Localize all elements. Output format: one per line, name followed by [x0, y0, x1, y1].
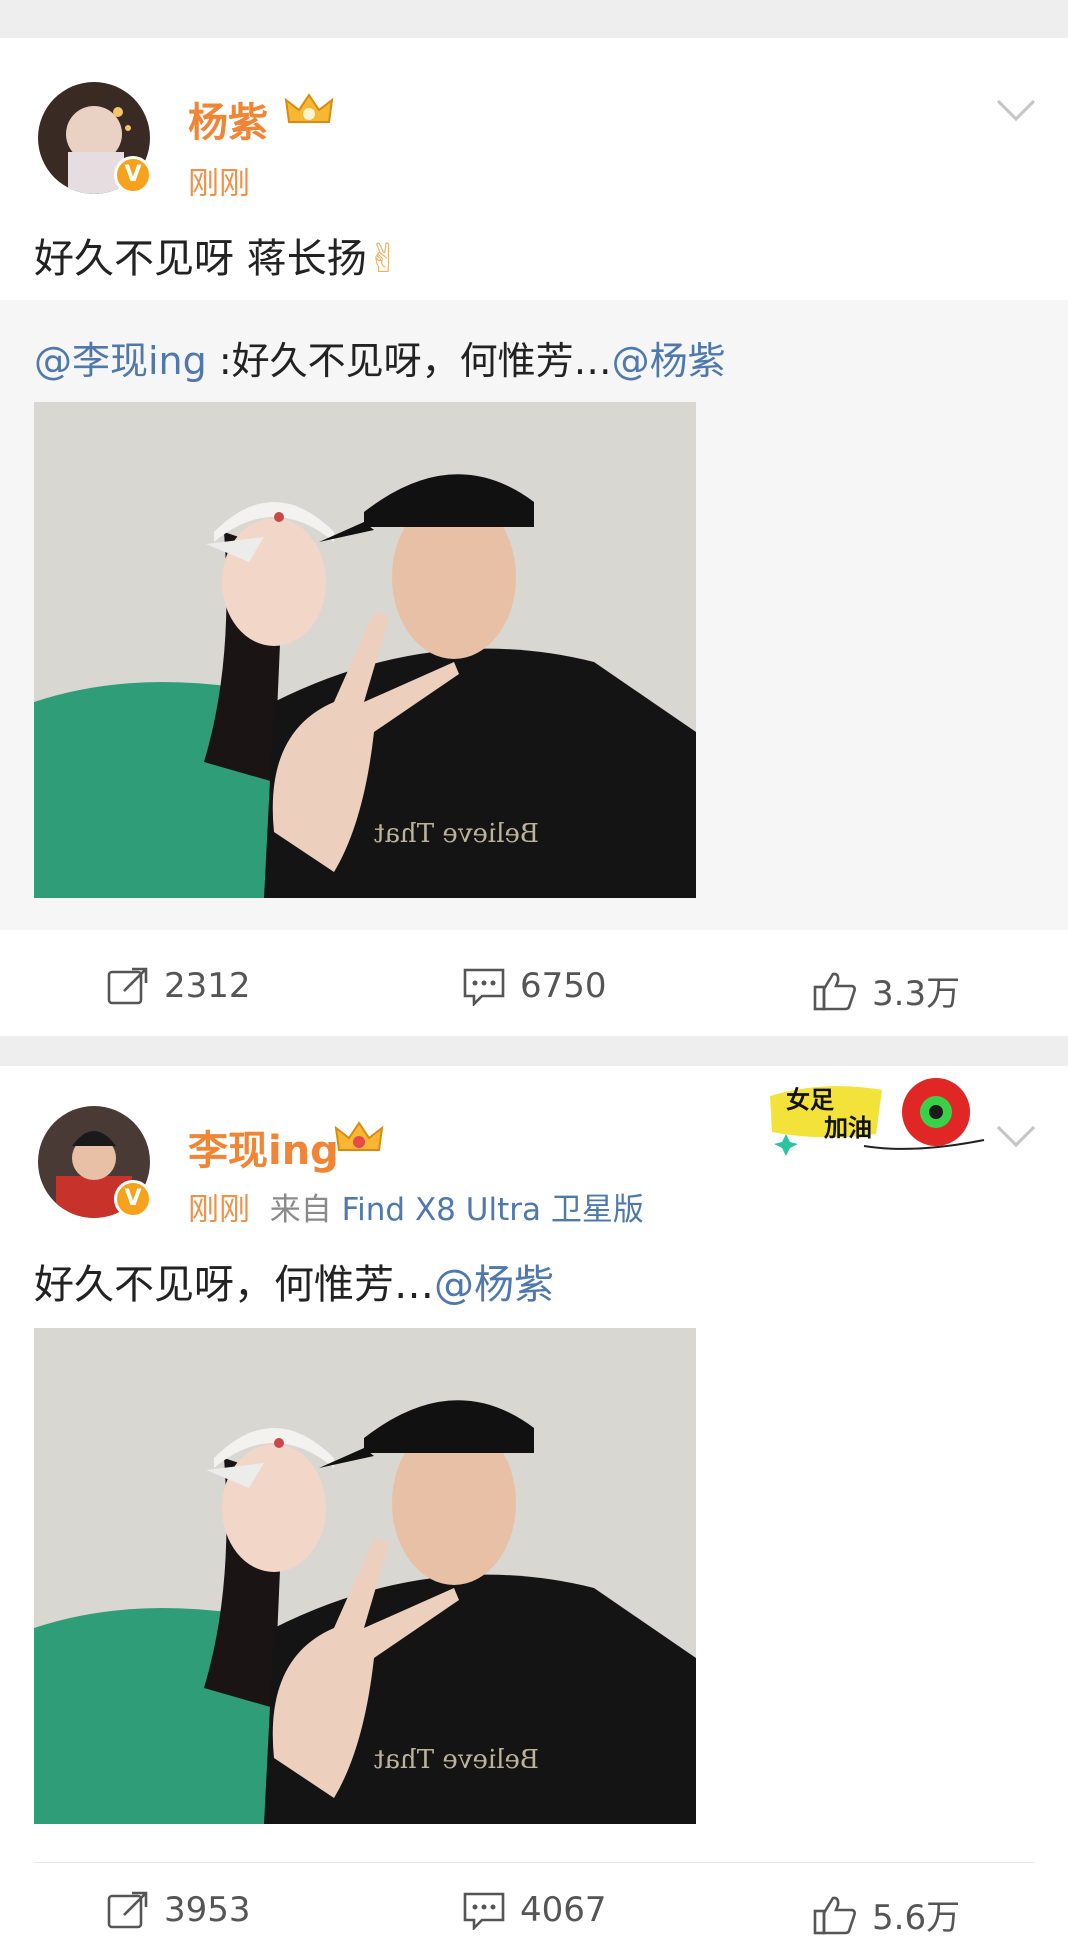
mention-link[interactable]: @杨紫 — [612, 339, 726, 383]
quote-body: 好久不见呀，何惟芳… — [231, 339, 612, 383]
source-device[interactable]: Find X8 Ultra 卫星版 — [342, 1192, 644, 1228]
mention-link[interactable]: @杨紫 — [434, 1262, 554, 1308]
comment-button[interactable]: 4067 — [462, 1890, 607, 1930]
post-separator — [0, 1036, 1068, 1066]
repost-count: 2312 — [164, 966, 251, 1006]
post-text: 好久不见呀 蒋长扬✌ — [34, 226, 400, 284]
victory-hand-icon: ✌ — [366, 236, 401, 282]
quote-author-link[interactable]: @李现ing — [34, 339, 207, 383]
comment-count: 4067 — [520, 1890, 607, 1930]
sticker-text: 女足 加油 — [786, 1086, 872, 1142]
post-photo[interactable]: Believe That — [34, 402, 696, 898]
like-button[interactable]: 5.6万 — [812, 1890, 960, 1939]
comment-icon — [463, 968, 505, 1006]
post-time: 刚刚 — [188, 1192, 250, 1228]
crown-icon — [334, 1121, 384, 1151]
thumbs-up-icon — [813, 1896, 856, 1934]
actions-divider — [34, 1862, 1034, 1863]
like-button[interactable]: 3.3万 — [812, 966, 960, 1015]
shirt-text: Believe That — [374, 819, 539, 849]
sticker-badge[interactable]: 女足 加油 — [764, 1076, 1000, 1160]
sticker-line-2: 加油 — [824, 1114, 872, 1142]
post-photo[interactable]: Believe That — [34, 1328, 696, 1824]
like-count: 5.6万 — [872, 1898, 961, 1938]
post-text-body: 好久不见呀 蒋长扬 — [34, 236, 367, 282]
post-meta: 刚刚 来自 Find X8 Ultra 卫星版 — [188, 1184, 644, 1229]
chevron-down-icon[interactable] — [996, 1124, 1036, 1148]
repost-button[interactable]: 2312 — [106, 966, 251, 1006]
sticker-line-1: 女足 — [786, 1086, 834, 1114]
shirt-text: Believe That — [374, 1745, 539, 1775]
repost-icon — [107, 1891, 148, 1929]
verified-badge-icon: V — [114, 156, 152, 194]
quote-separator: : — [206, 339, 232, 383]
comment-icon — [463, 1892, 505, 1930]
post-text-body: 好久不见呀，何惟芳… — [34, 1262, 434, 1308]
verified-badge-icon: V — [114, 1180, 152, 1218]
retweet-box[interactable]: @李现ing :好久不见呀，何惟芳…@杨紫 Believe That — [0, 300, 1068, 930]
comment-button[interactable]: 6750 — [462, 966, 607, 1006]
source-label: 来自 — [269, 1192, 332, 1228]
repost-icon — [107, 967, 148, 1005]
author-name[interactable]: 李现ing — [188, 1118, 339, 1176]
repost-button[interactable]: 3953 — [106, 1890, 251, 1930]
author-name[interactable]: 杨紫 — [188, 90, 268, 148]
chevron-down-icon[interactable] — [996, 98, 1036, 122]
quote-text: @李现ing :好久不见呀，何惟芳…@杨紫 — [34, 330, 726, 385]
post-text: 好久不见呀，何惟芳…@杨紫 — [34, 1252, 554, 1310]
repost-count: 3953 — [164, 1890, 251, 1930]
thumbs-up-icon — [813, 972, 856, 1010]
crown-icon — [284, 93, 334, 123]
like-count: 3.3万 — [872, 974, 961, 1014]
post-time: 刚刚 — [188, 166, 250, 202]
comment-count: 6750 — [520, 966, 607, 1006]
top-separator — [0, 0, 1068, 38]
